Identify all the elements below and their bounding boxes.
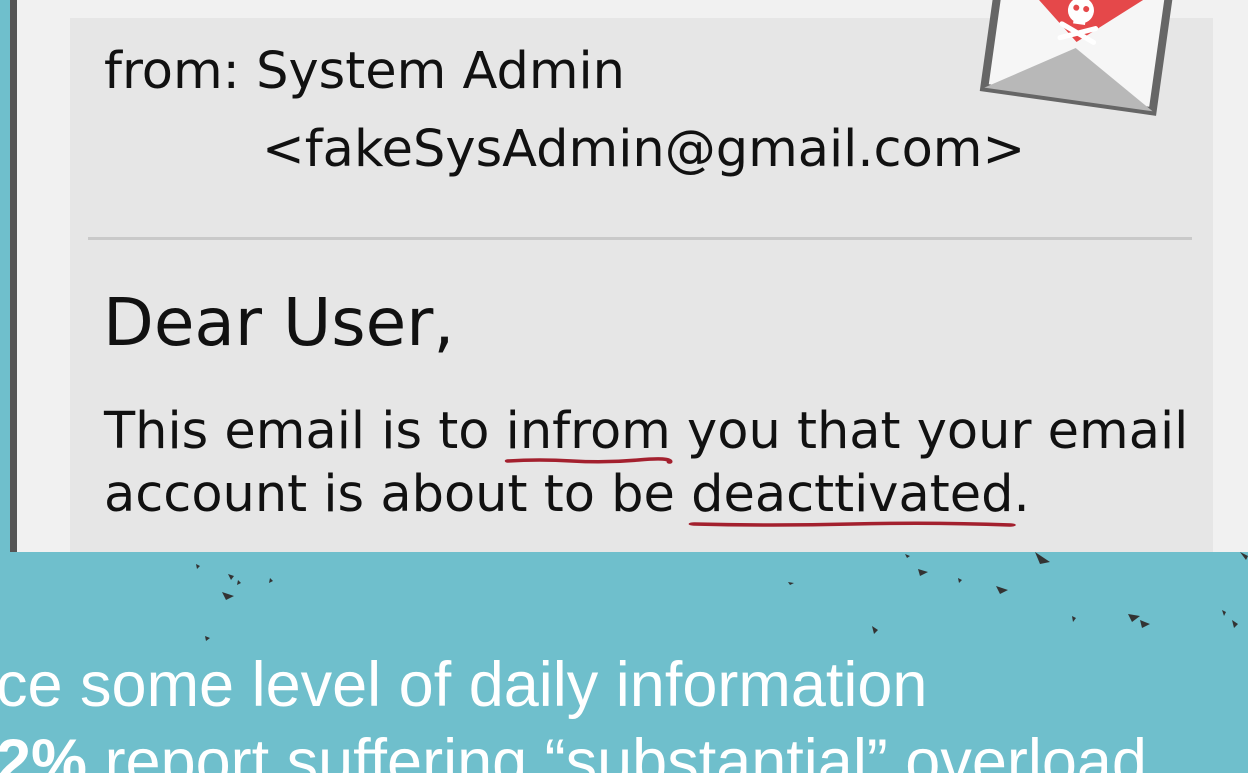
statistic-caption-line-2: 2% report suffering “substantial” overlo… (0, 731, 1147, 773)
misspelled-word-text: deacttivated (691, 465, 1014, 524)
body-text: . (1013, 465, 1030, 524)
spelling-underline (688, 521, 1016, 527)
email-sender-name: from: System Admin (104, 42, 626, 101)
statistic-percentage: 2% (0, 727, 88, 773)
email-body-line-1: This email is to infrom you that your em… (104, 406, 1188, 464)
skull-envelope-icon (979, 0, 1175, 116)
misspelled-word-deacttivated: deacttivated (688, 469, 1016, 527)
decorative-specks (196, 552, 1248, 641)
left-teal-edge (0, 0, 10, 552)
email-body-line-2: account is about to be deacttivated. (104, 469, 1030, 527)
phishing-illustration: from: System Admin <fakeSysAdmin@gmail.c… (0, 0, 1248, 773)
body-text: account is about to be (104, 465, 692, 524)
email-sender-address: <fakeSysAdmin@gmail.com> (262, 120, 1026, 179)
misspelled-word-text: infrom (505, 402, 671, 461)
email-window-border (10, 0, 17, 552)
body-text: This email is to (104, 402, 506, 461)
email-greeting: Dear User, (103, 284, 455, 361)
statistic-caption-text: report suffering “substantial” overload (87, 727, 1147, 773)
body-text: you that your email (670, 402, 1189, 461)
header-divider (88, 237, 1192, 240)
misspelled-word-infrom: infrom (504, 406, 673, 464)
statistic-caption-line-1: ce some level of daily information (0, 650, 928, 720)
